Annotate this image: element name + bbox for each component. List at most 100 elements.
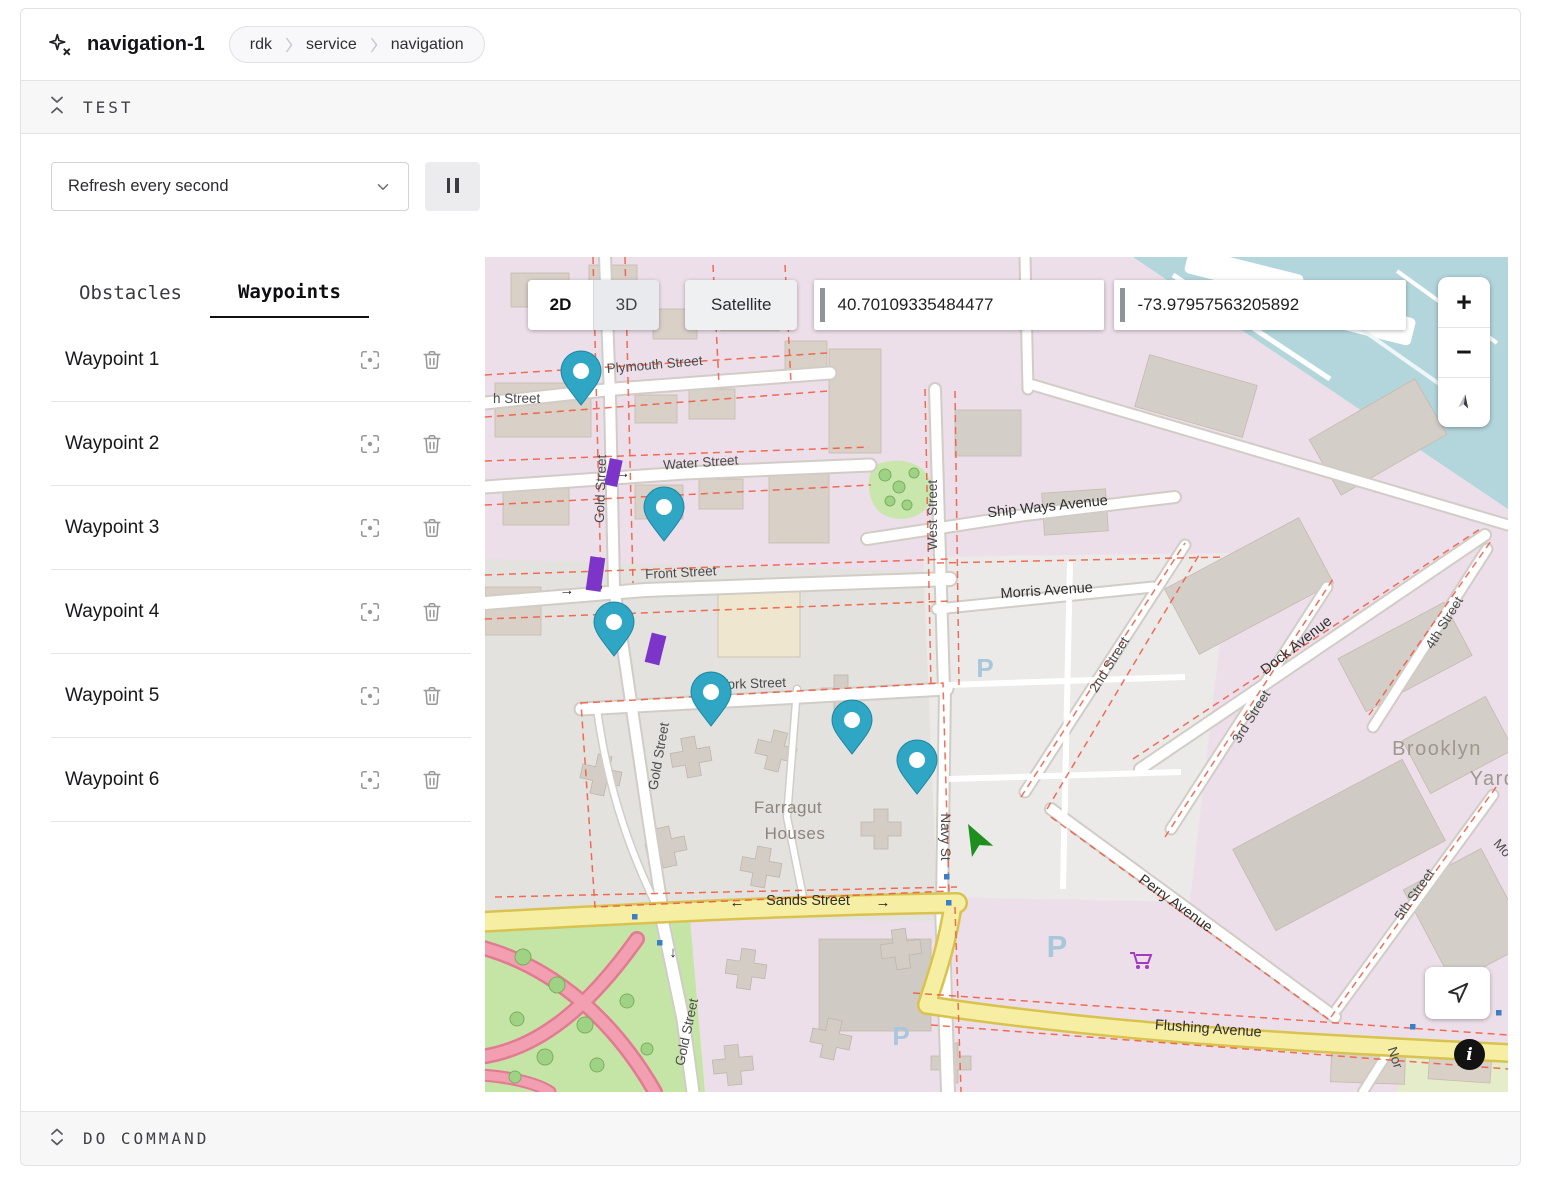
pause-icon: [444, 178, 461, 196]
oneway-arrow: ←: [730, 894, 745, 911]
latitude-value: 40.70109335484477: [837, 295, 993, 315]
refresh-rate-value: Refresh every second: [68, 177, 229, 196]
street-label-gold: Gold Street: [592, 454, 609, 523]
compass-button[interactable]: [1438, 377, 1490, 427]
chevron-right-icon: [285, 37, 293, 53]
breadcrumb-service[interactable]: service: [306, 36, 357, 54]
delete-waypoint-button[interactable]: [421, 517, 443, 539]
map-mode-toggle: 2D 3D: [528, 280, 659, 330]
do-command-section-bar[interactable]: DO COMMAND: [21, 1111, 1520, 1165]
focus-icon: [359, 601, 381, 623]
navigation-map[interactable]: P P P → → ← → ↓ Plym: [485, 257, 1508, 1092]
map-toolbar: 2D 3D Satellite 40.70109335484477 -73.97…: [528, 280, 1406, 330]
waypoint-label: Waypoint 2: [65, 433, 319, 455]
trash-icon: [421, 433, 443, 455]
trash-icon: [421, 685, 443, 707]
expand-icon: [49, 1128, 65, 1150]
waypoint-row: Waypoint 4: [51, 570, 471, 654]
waypoint-label: Waypoint 3: [65, 517, 319, 539]
delete-waypoint-button[interactable]: [421, 685, 443, 707]
place-label-farragut: Farragut: [754, 798, 822, 817]
place-label-brooklyn: Brooklyn: [1392, 738, 1482, 760]
page-title: navigation-1: [87, 33, 205, 56]
navigation-service-card: navigation-1 rdk service navigation TEST…: [20, 8, 1521, 1166]
waypoint-label: Waypoint 4: [65, 601, 319, 623]
zoom-in-button[interactable]: +: [1438, 277, 1490, 327]
breadcrumb: rdk service navigation: [229, 26, 485, 63]
oneway-arrow: →: [876, 894, 891, 911]
focus-waypoint-button[interactable]: [359, 349, 381, 371]
trash-icon: [421, 769, 443, 791]
field-accent-bar: [1120, 288, 1125, 322]
focus-waypoint-button[interactable]: [359, 685, 381, 707]
pause-refresh-button[interactable]: [425, 162, 480, 211]
focus-waypoint-button[interactable]: [359, 433, 381, 455]
oneway-arrow: →: [559, 582, 575, 600]
map-zoom-controls: + −: [1438, 277, 1490, 427]
refresh-toolbar: Refresh every second: [21, 134, 1520, 257]
focus-icon: [359, 769, 381, 791]
chevron-down-icon: [374, 178, 392, 196]
waypoint-row: Waypoint 3: [51, 486, 471, 570]
delete-waypoint-button[interactable]: [421, 769, 443, 791]
waypoint-row: Waypoint 2: [51, 402, 471, 486]
navigation-arrow-icon: [1445, 980, 1471, 1006]
focus-icon: [359, 349, 381, 371]
map-container: P P P → → ← → ↓ Plym: [485, 257, 1508, 1092]
place-label-farragut: Houses: [765, 824, 826, 843]
delete-waypoint-button[interactable]: [421, 349, 443, 371]
map-feature-tabs: Obstacles Waypoints: [51, 257, 471, 318]
tab-obstacles[interactable]: Obstacles: [51, 271, 210, 318]
app-viewport: navigation-1 rdk service navigation TEST…: [0, 0, 1542, 1180]
zoom-out-button[interactable]: −: [1438, 327, 1490, 377]
waypoint-label: Waypoint 6: [65, 769, 319, 791]
satellite-button[interactable]: Satellite: [685, 280, 797, 330]
oneway-arrow: ↓: [669, 944, 677, 961]
delete-waypoint-button[interactable]: [421, 433, 443, 455]
do-command-label: DO COMMAND: [83, 1129, 209, 1148]
focus-icon: [359, 685, 381, 707]
street-label-navy: Navy St: [938, 813, 953, 861]
longitude-field[interactable]: -73.97957563205892: [1114, 280, 1406, 330]
locate-button[interactable]: [1425, 967, 1490, 1019]
street-label-west: West Street: [925, 480, 940, 551]
focus-waypoint-button[interactable]: [359, 769, 381, 791]
street-label-partial: h Street: [493, 391, 541, 406]
test-section-bar[interactable]: TEST: [21, 80, 1520, 134]
waypoint-list: Waypoint 1 Waypoint 2 Waypoint 3 Waypoint 4…: [51, 318, 471, 822]
waypoint-row: Waypoint 5: [51, 654, 471, 738]
latitude-field[interactable]: 40.70109335484477: [814, 280, 1104, 330]
parking-glyph: P: [1047, 929, 1068, 964]
map-3d-button[interactable]: 3D: [593, 280, 659, 330]
place-label-yard: Yard: [1470, 768, 1508, 790]
tab-waypoints[interactable]: Waypoints: [210, 271, 369, 318]
parking-glyph: P: [976, 653, 993, 683]
compass-needle-icon: [1450, 389, 1477, 416]
waypoint-label: Waypoint 1: [65, 349, 319, 371]
longitude-value: -73.97957563205892: [1137, 295, 1299, 315]
collapse-icon: [49, 96, 65, 118]
chevron-right-icon: [370, 37, 378, 53]
street-label-sands: Sands Street: [766, 893, 850, 909]
map-info-button[interactable]: i: [1454, 1039, 1485, 1070]
navigation-service-icon: [47, 32, 73, 58]
breadcrumb-navigation[interactable]: navigation: [391, 36, 464, 54]
test-panel-body: Obstacles Waypoints Waypoint 1 Waypoint 2…: [21, 257, 1520, 1092]
focus-waypoint-button[interactable]: [359, 601, 381, 623]
focus-waypoint-button[interactable]: [359, 517, 381, 539]
field-accent-bar: [820, 288, 825, 322]
test-section-label: TEST: [83, 98, 134, 117]
map-2d-button[interactable]: 2D: [528, 280, 593, 330]
refresh-rate-select[interactable]: Refresh every second: [51, 162, 409, 211]
focus-icon: [359, 517, 381, 539]
parking-glyph: P: [892, 1021, 909, 1051]
waypoint-label: Waypoint 5: [65, 685, 319, 707]
breadcrumb-rdk[interactable]: rdk: [250, 36, 272, 54]
waypoint-row: Waypoint 6: [51, 738, 471, 822]
trash-icon: [421, 349, 443, 371]
delete-waypoint-button[interactable]: [421, 601, 443, 623]
focus-icon: [359, 433, 381, 455]
card-header: navigation-1 rdk service navigation: [21, 9, 1520, 80]
waypoints-panel: Obstacles Waypoints Waypoint 1 Waypoint 2…: [51, 257, 471, 822]
trash-icon: [421, 517, 443, 539]
